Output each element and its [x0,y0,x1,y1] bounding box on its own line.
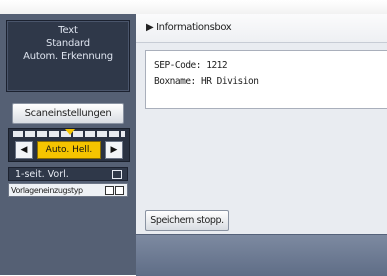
left-control-panel: Text Standard Autom. Erkennung Scaneinst… [0,14,136,275]
one-sided-original-button[interactable]: 1-seit. Vorl. [8,167,128,181]
top-strip [0,0,387,14]
mode-line-2: Standard [46,38,90,49]
info-header: ▶ Informationsbox [136,14,387,43]
one-sided-label: 1-seit. Vorl. [15,169,69,180]
density-marker-icon [65,129,75,135]
density-control: ◀ Auto. Hell. ▶ [8,128,130,162]
density-decrease-button[interactable]: ◀ [15,141,33,159]
sep-code-row: SEP-Code: 1212 [154,60,228,71]
box-name-value: HR Division [201,76,259,87]
sep-code-value: 1212 [206,60,228,71]
original-feed-type-label: Vorlageneinzugstyp [11,186,83,195]
info-header-title: ▶ Informationsbox [146,22,232,33]
mode-line-3: Autom. Erkennung [23,51,113,62]
density-increase-button[interactable]: ▶ [105,141,123,159]
box-name-row: Boxname: HR Division [154,76,259,87]
original-orientation-icon [112,170,122,179]
feed-type-icon-1 [105,186,114,195]
information-box: SEP-Code: 1212 Boxname: HR Division [145,50,387,109]
feed-type-icon-2 [115,186,124,195]
bottom-bar [136,234,387,276]
original-feed-type-button[interactable]: Vorlageneinzugstyp [8,183,128,197]
scan-mode-display: Text Standard Autom. Erkennung [6,20,130,92]
mode-line-1: Text [58,25,78,36]
info-header-label: Informationsbox [156,22,232,33]
auto-density-button[interactable]: Auto. Hell. [37,141,101,159]
sep-code-label: SEP-Code: [154,60,201,71]
main-area: ▶ Informationsbox SEP-Code: 1212 Boxname… [136,14,387,276]
scan-settings-button[interactable]: Scaneinstellungen [12,103,124,124]
triangle-right-icon: ▶ [146,22,154,33]
screen: Text Standard Autom. Erkennung Scaneinst… [0,0,387,276]
bottom-bar-fill [136,235,387,276]
box-name-label: Boxname: [154,76,196,87]
stop-storing-button[interactable]: Speichern stopp. [145,210,229,231]
